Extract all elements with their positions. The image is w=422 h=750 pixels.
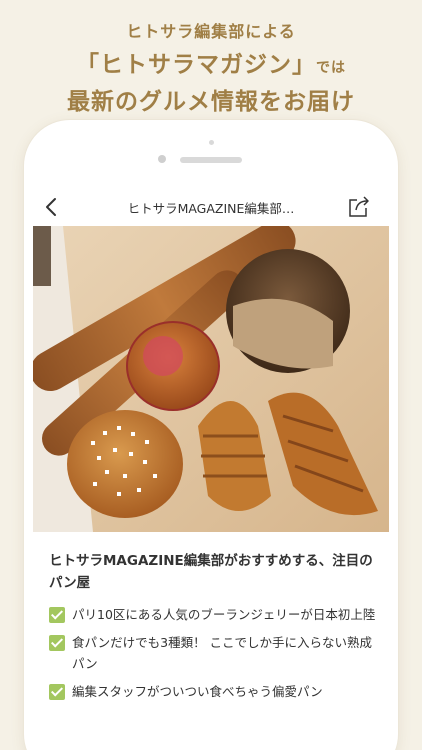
list-item-text: パリ10区にある人気のブーランジェリーが日本初上陸 [72, 607, 376, 622]
promo-line-3: 最新のグルメ情報をお届け [67, 89, 355, 115]
promo-line-2: 「ヒトサラマガジン」では [0, 45, 422, 79]
feature-list: パリ10区にある人気のブーランジェリーが日本初上陸 食パンだけでも3種類！ ここ… [49, 604, 379, 709]
chevron-left-icon [46, 198, 56, 216]
checkbox-icon [49, 684, 65, 700]
earpiece-speaker [180, 157, 242, 163]
nav-title: ヒトサラMAGAZINE編集部… [127, 201, 295, 216]
proximity-sensor [209, 140, 214, 145]
list-item: 編集スタッフがついつい食べちゃう偏愛パン [49, 681, 379, 702]
article-headline: ヒトサラMAGAZINE編集部がおすすめする、注目のパン屋 [49, 553, 373, 591]
front-camera [158, 155, 166, 163]
checkbox-icon [49, 607, 65, 623]
bread-photo [33, 226, 389, 532]
list-item-text: 編集スタッフがついつい食べちゃう偏愛パン [72, 684, 323, 699]
promo-line-2-main: 「ヒトサラマガジン」 [76, 52, 316, 78]
share-icon [349, 196, 369, 217]
promo-line-1: ヒトサラ編集部による [126, 22, 296, 41]
hero-image[interactable] [33, 226, 389, 532]
checkbox-icon [49, 635, 65, 651]
promo-line-2-suffix: では [316, 60, 346, 76]
share-button[interactable] [345, 192, 373, 220]
list-item-text: 食パンだけでも3種類！ ここでしか手に入らない熟成パン [72, 635, 373, 671]
app-screen: ヒトサラMAGAZINE編集部… ヒトサラMAGAZINE編集部がおすすめする、… [33, 186, 389, 750]
back-button[interactable] [39, 194, 65, 220]
nav-bar: ヒトサラMAGAZINE編集部… [33, 186, 389, 226]
list-item: パリ10区にある人気のブーランジェリーが日本初上陸 [49, 604, 379, 625]
list-item: 食パンだけでも3種類！ ここでしか手に入らない熟成パン [49, 632, 379, 674]
